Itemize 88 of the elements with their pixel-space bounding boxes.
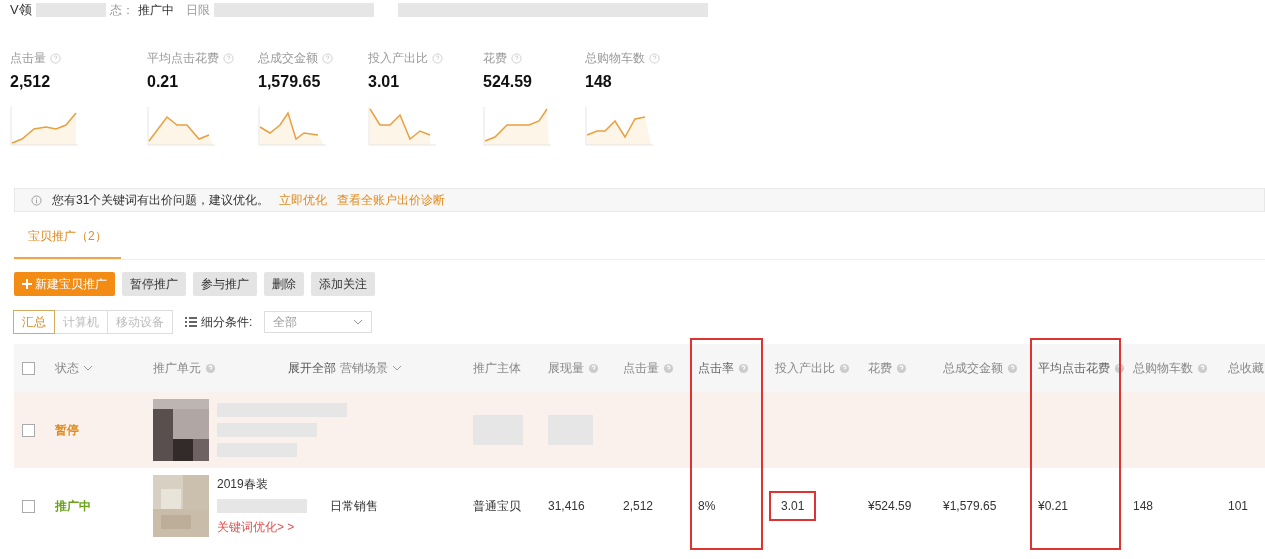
table-cell: ¥0.21 <box>1038 499 1069 513</box>
table-cell: 日常销售 <box>330 497 378 515</box>
table-cell: 8% <box>698 499 716 513</box>
metric-value: 524.59 <box>483 73 533 91</box>
notice-link[interactable]: 立即优化 <box>279 191 328 209</box>
keyword-optimize-link[interactable]: 关键词优化> > <box>217 519 307 536</box>
product-title: 2019春装 <box>217 476 269 493</box>
checkbox[interactable] <box>22 499 35 513</box>
help-icon <box>1007 362 1018 374</box>
notice-text: 您有31个关键词有出价问题，建议优化。 <box>52 191 270 209</box>
help-icon <box>511 53 522 64</box>
column-header[interactable]: 点击率 <box>698 344 749 392</box>
help-icon <box>322 53 333 64</box>
metric-label: 总购物车数 <box>585 50 645 67</box>
metric-value: 3.01 <box>368 73 401 91</box>
action-button[interactable]: 暂停推广 <box>122 272 186 296</box>
device-tab[interactable]: 移动设备 <box>107 310 173 334</box>
column-header[interactable]: 状态 <box>55 344 93 392</box>
status-text: 推广中 <box>55 497 91 515</box>
status-label: 态： <box>109 1 134 19</box>
notice-link[interactable]: 查看全账户出价诊断 <box>337 191 446 209</box>
redacted-block <box>35 3 106 17</box>
metric-label: 花费 <box>483 50 507 67</box>
sparkline <box>585 105 655 147</box>
expand-all-link[interactable]: 展开全部 <box>288 359 336 377</box>
table-cell: 3.01 <box>769 491 817 521</box>
metric-value: 2,512 <box>10 73 52 91</box>
column-header[interactable]: 总成交金额 <box>943 344 1018 392</box>
help-icon <box>649 53 660 64</box>
action-button[interactable]: 添加关注 <box>311 272 375 296</box>
help-icon <box>663 362 674 374</box>
help-icon <box>1114 362 1125 374</box>
column-header[interactable]: 展现量 <box>548 344 599 392</box>
segment-label: 细分条件: <box>201 313 253 331</box>
metric-label: 投入产出比 <box>368 50 428 67</box>
table-cell: 31,416 <box>548 499 585 513</box>
table-cell: ¥1,579.65 <box>943 499 997 513</box>
metric-label: 点击量 <box>10 50 46 67</box>
table-cell: 148 <box>1133 499 1154 513</box>
column-header[interactable]: 总购物车数 <box>1133 344 1208 392</box>
sparkline <box>147 105 217 147</box>
caret-icon <box>392 365 402 371</box>
metric-value: 0.21 <box>147 73 180 91</box>
action-button[interactable]: 参与推广 <box>193 272 257 296</box>
help-icon <box>588 362 599 374</box>
column-header[interactable]: 营销场景 <box>340 344 402 392</box>
caret-icon <box>83 365 93 371</box>
list-icon <box>185 317 197 327</box>
table-cell: 101 <box>1228 499 1249 513</box>
help-icon <box>839 362 850 374</box>
column-header[interactable]: 总收藏 <box>1228 344 1264 392</box>
status-text: 暂停 <box>55 421 79 439</box>
status-value: 推广中 <box>137 1 174 19</box>
help-icon <box>896 362 907 374</box>
column-header[interactable]: 平均点击花费 <box>1038 344 1125 392</box>
sparkline <box>483 105 553 147</box>
device-tab[interactable]: 汇总 <box>13 310 55 334</box>
plus-icon <box>22 279 32 289</box>
caret-icon <box>353 319 364 325</box>
segment-dropdown[interactable]: 全部 <box>264 311 373 333</box>
help-icon <box>432 53 443 64</box>
help-icon <box>50 53 61 64</box>
help-icon <box>738 362 749 374</box>
table-cell: 普通宝贝 <box>473 497 521 515</box>
tab[interactable]: 宝贝推广（2） <box>14 220 121 259</box>
column-header[interactable]: 推广单元 <box>153 344 216 392</box>
table-cell: ¥524.59 <box>868 499 912 513</box>
help-icon <box>223 53 234 64</box>
column-header[interactable]: 投入产出比 <box>775 344 850 392</box>
new-promotion-button[interactable]: 新建宝贝推广 <box>14 272 115 296</box>
metric-label: 平均点击花费 <box>147 50 219 67</box>
table-cell: 2,512 <box>623 499 654 513</box>
sparkline <box>258 105 328 147</box>
help-icon <box>1197 362 1208 374</box>
device-tab[interactable]: 计算机 <box>54 310 108 334</box>
column-header[interactable]: 花费 <box>868 344 907 392</box>
column-header[interactable]: 推广主体 <box>473 344 521 392</box>
metric-value: 148 <box>585 73 613 91</box>
metric-label: 总成交金额 <box>258 50 318 67</box>
info-icon <box>31 194 42 206</box>
metric-value: 1,579.65 <box>258 73 322 91</box>
sparkline <box>368 105 438 147</box>
action-button[interactable]: 删除 <box>264 272 304 296</box>
sparkline <box>10 105 80 147</box>
help-icon <box>205 362 216 374</box>
campaign-title: V领 <box>10 1 32 19</box>
column-header[interactable]: 点击量 <box>623 344 674 392</box>
budget-label: 日限 <box>185 1 210 19</box>
